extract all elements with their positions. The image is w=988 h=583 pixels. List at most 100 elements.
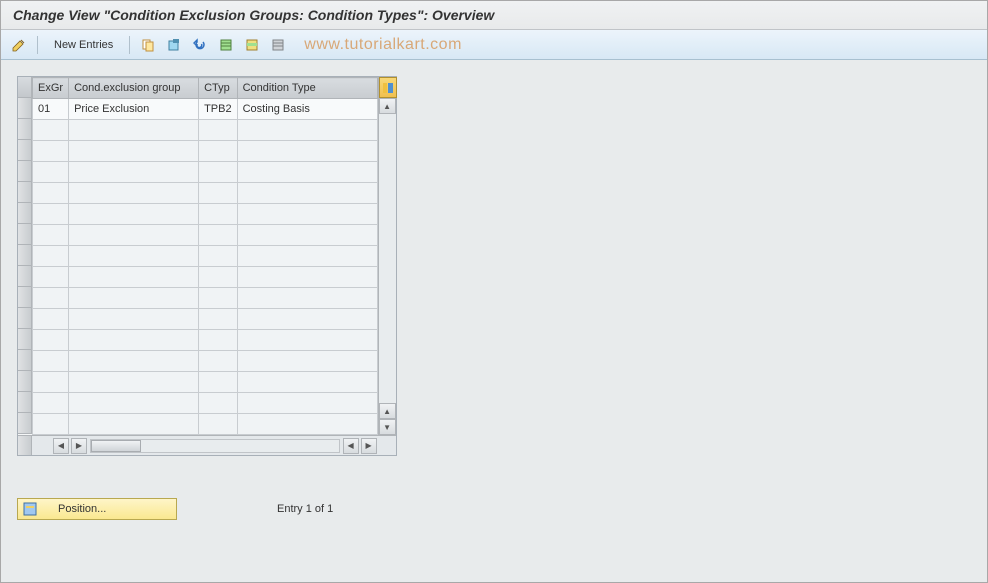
vscroll-track[interactable] xyxy=(379,114,396,403)
row-selector-header[interactable] xyxy=(18,77,32,98)
cell-group[interactable] xyxy=(69,183,199,204)
cell-ctype[interactable] xyxy=(237,288,377,309)
hscroll-thumb[interactable] xyxy=(91,440,141,452)
scroll-left2-icon[interactable]: ◀ xyxy=(343,438,359,454)
cell-ctyp[interactable] xyxy=(199,288,238,309)
cell-ctype[interactable] xyxy=(237,141,377,162)
row-selector[interactable] xyxy=(18,161,32,182)
cell-exgr[interactable] xyxy=(33,309,69,330)
cell-ctyp[interactable] xyxy=(199,351,238,372)
cell-exgr[interactable] xyxy=(33,162,69,183)
row-selector[interactable] xyxy=(18,287,32,308)
select-block-icon[interactable] xyxy=(242,35,262,55)
cell-exgr[interactable] xyxy=(33,246,69,267)
cell-ctyp[interactable] xyxy=(199,141,238,162)
scroll-right2-icon[interactable]: ▶ xyxy=(361,438,377,454)
cell-group[interactable] xyxy=(69,141,199,162)
cell-group[interactable] xyxy=(69,309,199,330)
row-selector[interactable] xyxy=(18,245,32,266)
cell-ctype[interactable] xyxy=(237,120,377,141)
scroll-right-icon[interactable]: ▶ xyxy=(71,438,87,454)
delete-icon[interactable] xyxy=(164,35,184,55)
cell-ctyp[interactable] xyxy=(199,246,238,267)
cell-ctyp[interactable] xyxy=(199,204,238,225)
cell-exgr[interactable] xyxy=(33,351,69,372)
cell-group[interactable] xyxy=(69,204,199,225)
cell-exgr[interactable] xyxy=(33,267,69,288)
cell-ctyp[interactable] xyxy=(199,120,238,141)
new-entries-button[interactable]: New Entries xyxy=(46,37,121,53)
cell-group[interactable] xyxy=(69,267,199,288)
cell-exgr[interactable] xyxy=(33,414,69,435)
select-all-icon[interactable] xyxy=(216,35,236,55)
cell-ctype[interactable] xyxy=(237,309,377,330)
cell-ctyp[interactable]: TPB2 xyxy=(199,99,238,120)
row-selector[interactable] xyxy=(18,98,32,119)
position-button[interactable]: Position... xyxy=(17,498,177,520)
cell-ctype[interactable] xyxy=(237,351,377,372)
cell-ctype[interactable] xyxy=(237,204,377,225)
cell-ctype[interactable] xyxy=(237,225,377,246)
cell-exgr[interactable] xyxy=(33,393,69,414)
cell-ctype[interactable] xyxy=(237,162,377,183)
row-selector[interactable] xyxy=(18,308,32,329)
cell-ctype[interactable] xyxy=(237,246,377,267)
row-selector[interactable] xyxy=(18,203,32,224)
row-selector[interactable] xyxy=(18,413,32,434)
cell-group[interactable] xyxy=(69,288,199,309)
row-selector[interactable] xyxy=(18,392,32,413)
scroll-up-icon[interactable]: ▲ xyxy=(379,98,396,114)
cell-ctyp[interactable] xyxy=(199,393,238,414)
row-selector[interactable] xyxy=(18,266,32,287)
cell-exgr[interactable] xyxy=(33,141,69,162)
cell-group[interactable] xyxy=(69,120,199,141)
scroll-down-icon[interactable]: ▼ xyxy=(379,419,396,435)
cell-exgr[interactable]: 01 xyxy=(33,99,69,120)
scroll-left-icon[interactable]: ◀ xyxy=(53,438,69,454)
cell-ctype[interactable] xyxy=(237,393,377,414)
cell-ctyp[interactable] xyxy=(199,225,238,246)
row-selector[interactable] xyxy=(18,224,32,245)
cell-group[interactable] xyxy=(69,246,199,267)
row-selector[interactable] xyxy=(18,182,32,203)
col-header-ctyp[interactable]: CTyp xyxy=(199,78,238,99)
cell-group[interactable] xyxy=(69,330,199,351)
row-selector[interactable] xyxy=(18,140,32,161)
cell-ctyp[interactable] xyxy=(199,267,238,288)
col-header-ctype[interactable]: Condition Type xyxy=(237,78,377,99)
cell-ctyp[interactable] xyxy=(199,162,238,183)
cell-exgr[interactable] xyxy=(33,225,69,246)
col-header-group[interactable]: Cond.exclusion group xyxy=(69,78,199,99)
cell-group[interactable] xyxy=(69,372,199,393)
display-change-icon[interactable] xyxy=(9,35,29,55)
cell-group[interactable] xyxy=(69,393,199,414)
cell-exgr[interactable] xyxy=(33,120,69,141)
cell-exgr[interactable] xyxy=(33,204,69,225)
cell-exgr[interactable] xyxy=(33,372,69,393)
cell-ctype[interactable] xyxy=(237,183,377,204)
deselect-all-icon[interactable] xyxy=(268,35,288,55)
cell-ctype[interactable] xyxy=(237,267,377,288)
cell-ctyp[interactable] xyxy=(199,414,238,435)
hscroll-track[interactable] xyxy=(90,439,340,453)
undo-icon[interactable] xyxy=(190,35,210,55)
scroll-up2-icon[interactable]: ▲ xyxy=(379,403,396,419)
row-selector[interactable] xyxy=(18,350,32,371)
cell-ctyp[interactable] xyxy=(199,330,238,351)
cell-ctyp[interactable] xyxy=(199,372,238,393)
cell-group[interactable]: Price Exclusion xyxy=(69,99,199,120)
cell-exgr[interactable] xyxy=(33,330,69,351)
cell-ctype[interactable]: Costing Basis xyxy=(237,99,377,120)
cell-group[interactable] xyxy=(69,225,199,246)
cell-group[interactable] xyxy=(69,414,199,435)
cell-exgr[interactable] xyxy=(33,288,69,309)
row-selector[interactable] xyxy=(18,329,32,350)
cell-ctype[interactable] xyxy=(237,330,377,351)
copy-icon[interactable] xyxy=(138,35,158,55)
cell-ctyp[interactable] xyxy=(199,183,238,204)
cell-group[interactable] xyxy=(69,351,199,372)
cell-ctyp[interactable] xyxy=(199,309,238,330)
cell-ctype[interactable] xyxy=(237,372,377,393)
cell-group[interactable] xyxy=(69,162,199,183)
table-settings-icon[interactable] xyxy=(379,77,397,98)
